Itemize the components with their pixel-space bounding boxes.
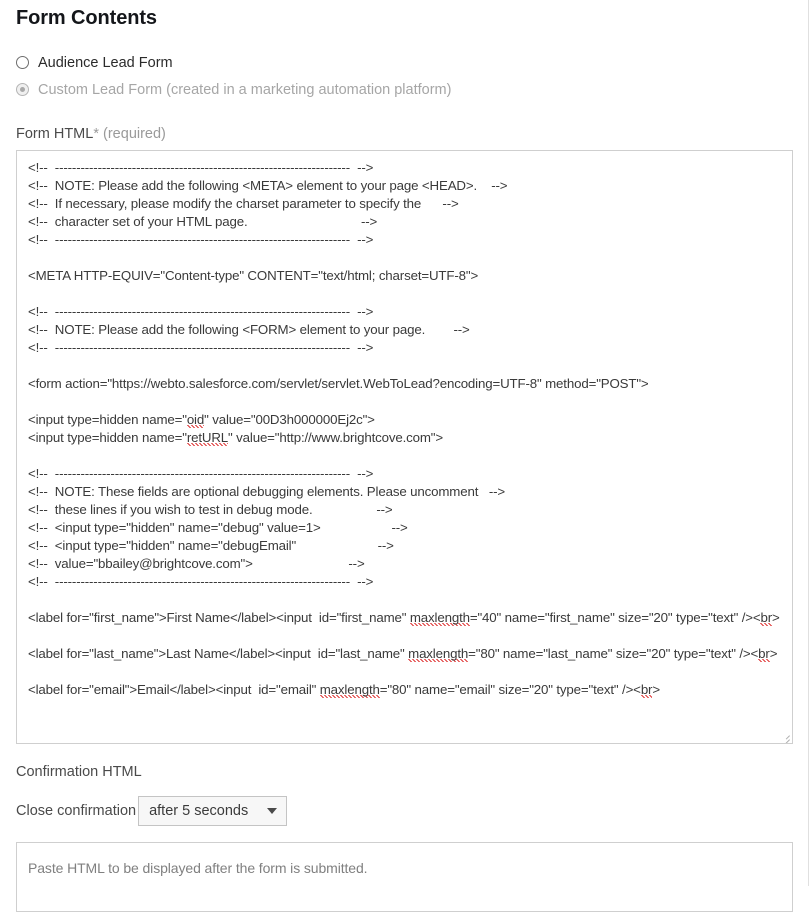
spellcheck-underline: br (640, 682, 653, 698)
radio-checked-icon[interactable] (16, 83, 29, 96)
form-type-radio-group: Audience Lead Form Custom Lead Form (cre… (16, 51, 792, 101)
form-contents-panel: Form Contents Audience Lead Form Custom … (0, 0, 809, 912)
spellcheck-underline: br (760, 610, 772, 626)
confirmation-html-placeholder: Paste HTML to be displayed after the for… (28, 860, 368, 876)
radio-option-audience-lead-form[interactable]: Audience Lead Form (16, 51, 792, 74)
radio-option-label: Audience Lead Form (38, 54, 173, 71)
page-title: Form Contents (16, 7, 157, 29)
confirmation-html-textarea[interactable]: Paste HTML to be displayed after the for… (16, 842, 793, 912)
spellcheck-underline: oid (186, 412, 205, 428)
form-html-label-text: Form HTML (16, 126, 94, 142)
spellcheck-underline: maxlength (319, 682, 380, 698)
chevron-down-icon[interactable] (267, 808, 278, 814)
radio-option-label: Custom Lead Form (created in a marketing… (38, 81, 452, 98)
close-confirmation-selected-value: after 5 seconds (149, 803, 249, 819)
confirmation-html-label: Confirmation HTML (16, 764, 142, 780)
form-html-textarea[interactable]: <!-- -----------------------------------… (16, 150, 793, 744)
form-html-label: Form HTML* (required) (16, 125, 792, 143)
close-confirmation-label: Close confirmation (16, 803, 137, 819)
close-confirmation-select[interactable]: after 5 seconds (138, 796, 288, 826)
required-hint: (required) (99, 126, 166, 142)
spellcheck-underline: retURL (186, 430, 229, 446)
spellcheck-underline: maxlength (409, 610, 470, 626)
radio-unchecked-icon[interactable] (16, 56, 29, 69)
close-confirmation-row: Close confirmation after 5 seconds (16, 796, 792, 826)
resize-grip-icon[interactable] (780, 731, 790, 743)
radio-option-custom-lead-form[interactable]: Custom Lead Form (created in a marketing… (16, 78, 792, 101)
spellcheck-underline: br (758, 646, 770, 662)
form-html-value[interactable]: <!-- -----------------------------------… (17, 151, 792, 699)
spellcheck-underline: maxlength (408, 646, 469, 662)
